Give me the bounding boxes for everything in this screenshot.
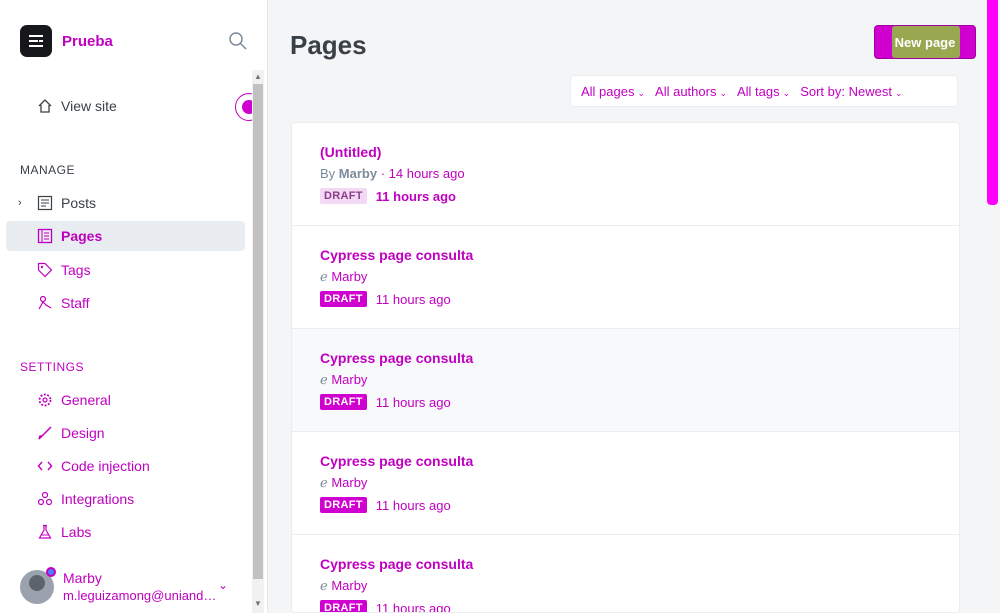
brand[interactable]: Prueba: [20, 25, 113, 57]
view-site-label: View site: [61, 98, 117, 114]
sidebar-item-labs[interactable]: Labs: [6, 517, 245, 547]
sidebar-item-label: Integrations: [61, 491, 135, 507]
status-time: 11 hours ago: [375, 600, 451, 613]
page-title-link[interactable]: Cypress page consulta: [320, 350, 473, 366]
chevron-down-icon: ⌄: [894, 87, 903, 98]
site-logo-icon: [20, 25, 52, 57]
page-status: DRAFT 11 hours ago: [320, 394, 451, 410]
sidebar-item-integrations[interactable]: Integrations: [6, 484, 245, 514]
status-time: 11 hours ago: [375, 291, 451, 307]
filter-tag-dropdown[interactable]: All tags ⌄: [737, 84, 790, 99]
chevron-down-icon[interactable]: ⌄: [218, 578, 228, 592]
flask-icon: [36, 523, 54, 541]
view-site-link[interactable]: View site: [6, 91, 245, 121]
page-title-link[interactable]: (Untitled): [320, 144, 381, 160]
sidebar-item-label: Design: [61, 425, 105, 441]
sort-dropdown[interactable]: Sort by: Newest ⌄: [800, 84, 902, 99]
settings-section-title: SETTINGS: [20, 360, 85, 374]
list-item[interactable]: Cypress page consulta ℯ​ Marby DRAFT 11 h…: [292, 535, 959, 613]
page-status: DRAFT 11 hours ago: [320, 497, 451, 513]
page-time: 14 hours ago: [388, 166, 465, 181]
sidebar-item-label: Tags: [61, 262, 91, 278]
page-title: Pages: [290, 30, 367, 60]
search-icon[interactable]: [228, 31, 248, 51]
sidebar-scrollbar-thumb[interactable]: [253, 84, 263, 579]
filter-label: All pages: [581, 83, 635, 99]
filter-type-dropdown[interactable]: All pages ⌄: [581, 84, 645, 99]
sidebar-item-label: General: [61, 392, 111, 408]
scroll-down-arrow-icon[interactable]: ▼: [254, 599, 262, 608]
sidebar-item-label: Code injection: [61, 458, 150, 474]
pages-list: (Untitled) By Marby · 14 hours ago DRAFT…: [291, 122, 960, 613]
sidebar-item-label: Labs: [61, 524, 92, 540]
sidebar-item-tags[interactable]: Tags: [6, 255, 245, 285]
list-item[interactable]: Cypress page consulta ℯ​ Marby DRAFT 11 h…: [292, 432, 959, 535]
brush-icon: [36, 424, 54, 442]
filter-bar: All pages ⌄ All authors ⌄ All tags ⌄ Sort b…: [570, 75, 958, 107]
sidebar-item-code-injection[interactable]: Code injection: [6, 451, 245, 481]
new-page-button[interactable]: New page: [874, 25, 976, 59]
filter-label: Sort by: Newest: [800, 83, 892, 99]
page-title-link[interactable]: Cypress page consulta: [320, 453, 473, 469]
code-icon: [36, 457, 54, 475]
page-meta: ℯ​ Marby: [320, 372, 368, 387]
gear-icon: [36, 391, 54, 409]
filter-author-dropdown[interactable]: All authors ⌄: [655, 84, 727, 99]
sidebar-item-label: Pages: [61, 228, 103, 244]
sidebar-item-pages[interactable]: Pages: [6, 221, 245, 251]
page-status: DRAFT 11 hours ago: [320, 600, 451, 613]
main-scrollbar-thumb[interactable]: [987, 0, 998, 205]
page-title-link[interactable]: Cypress page consulta: [320, 247, 473, 263]
status-time: 11 hours ago: [375, 497, 451, 513]
pages-icon: [36, 227, 54, 245]
sidebar-item-general[interactable]: General: [6, 385, 245, 415]
page-meta: ℯ​ Marby: [320, 269, 368, 284]
status-time: 11 hours ago: [375, 394, 451, 410]
new-page-button-label: New page: [894, 34, 956, 50]
page-title-link[interactable]: Cypress page consulta: [320, 556, 473, 572]
page-author: Marby: [331, 475, 368, 490]
integrations-icon: [36, 490, 54, 508]
page-author: Marby: [331, 269, 368, 284]
page-author: Marby: [338, 166, 378, 181]
list-item[interactable]: Cypress page consulta ℯ​ Marby DRAFT 11 h…: [292, 226, 959, 329]
home-icon: [36, 97, 54, 115]
sidebar-item-staff[interactable]: Staff: [6, 288, 245, 318]
posts-icon: [36, 194, 54, 212]
status-badge: DRAFT: [320, 497, 367, 513]
sidebar: Prueba View site MANAGE › Posts Pages Ta…: [0, 0, 268, 613]
user-email: m.leguizamong@uniandes.edu.co: [63, 588, 223, 603]
status-badge: DRAFT: [320, 600, 367, 612]
list-item[interactable]: (Untitled) By Marby · 14 hours ago DRAFT…: [292, 123, 959, 226]
status-badge: DRAFT: [320, 394, 367, 410]
page-status: DRAFT 11 hours ago: [320, 188, 456, 204]
chevron-down-icon: ⌄: [782, 87, 791, 98]
page-meta: By Marby · 14 hours ago: [320, 166, 465, 181]
chevron-down-icon: ⌄: [719, 87, 727, 98]
sidebar-item-posts[interactable]: Posts: [6, 188, 245, 218]
page-author: Marby: [331, 578, 368, 593]
filter-label: All authors: [655, 83, 717, 99]
staff-icon: [36, 294, 54, 312]
page-status: DRAFT 11 hours ago: [320, 291, 451, 307]
chevron-down-icon: ⌄: [637, 87, 646, 98]
status-badge: DRAFT: [320, 291, 367, 307]
manage-section-title: MANAGE: [20, 163, 76, 177]
scroll-up-arrow-icon[interactable]: ▲: [254, 72, 262, 81]
brand-name: Prueba: [62, 32, 113, 50]
sidebar-item-design[interactable]: Design: [6, 418, 245, 448]
status-badge: DRAFT: [320, 188, 367, 204]
page-meta: ℯ​ Marby: [320, 578, 368, 593]
page-meta: ℯ​ Marby: [320, 475, 368, 490]
filter-label: All tags: [737, 83, 780, 99]
status-time: 11 hours ago: [375, 188, 456, 204]
page-author: Marby: [331, 372, 368, 387]
tag-icon: [36, 261, 54, 279]
list-item[interactable]: Cypress page consulta ℯ​ Marby DRAFT 11 h…: [292, 329, 959, 432]
sidebar-item-label: Staff: [61, 295, 90, 311]
user-name: Marby: [63, 570, 102, 586]
status-dot: [46, 567, 56, 577]
sidebar-item-label: Posts: [61, 195, 97, 211]
